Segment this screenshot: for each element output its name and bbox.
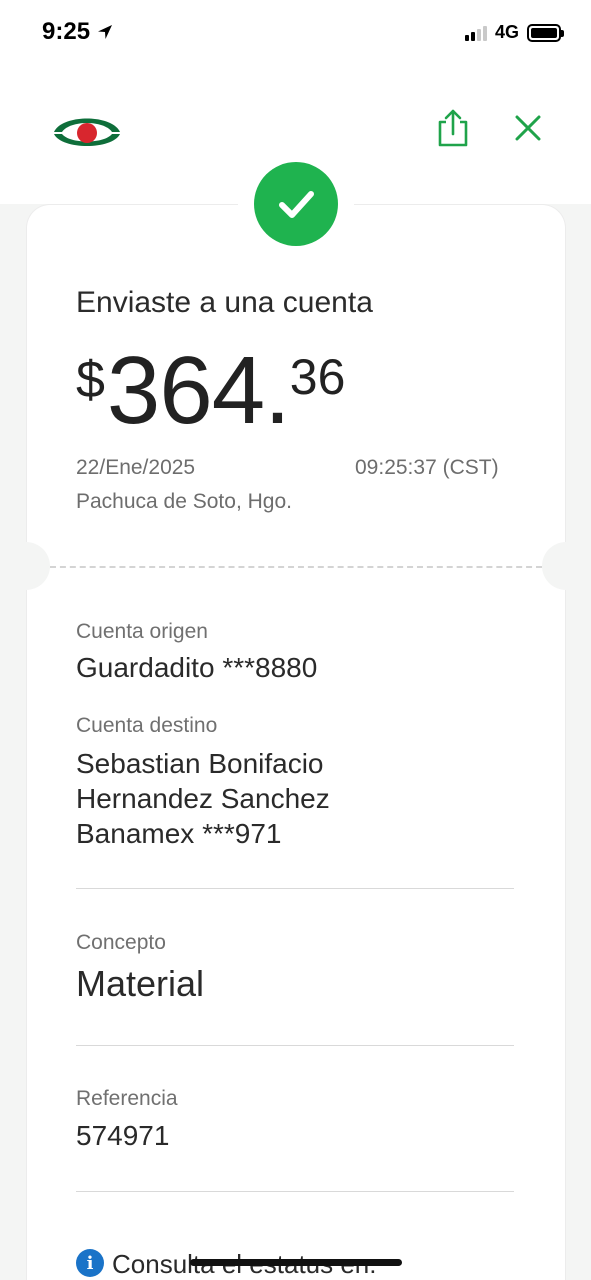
destination-name-line2: Hernandez Sanchez — [76, 783, 330, 814]
concept-value: Material — [76, 963, 205, 1004]
reference-value: 574971 — [76, 1120, 170, 1151]
concept-label: Concepto — [76, 931, 166, 954]
amount-decimals: 36 — [289, 349, 346, 405]
origin-account-value: Guardadito ***8880 — [76, 652, 318, 683]
destination-bank: Banamex ***971 — [76, 818, 282, 849]
transfer-date: 22/Ene/2025 — [76, 456, 196, 479]
origin-account-label: Cuenta origen — [76, 620, 208, 643]
battery-icon — [527, 23, 564, 42]
divider — [76, 1191, 514, 1192]
home-indicator[interactable] — [190, 1259, 402, 1266]
transfer-time: 09:25:37 (CST) — [355, 456, 499, 479]
receipt-title: Enviaste a una cuenta — [76, 286, 373, 319]
ticket-notch-right — [542, 542, 590, 590]
destination-account-label: Cuenta destino — [76, 714, 218, 737]
destination-name-line1: Sebastian Bonifacio — [76, 748, 324, 779]
network-type: 4G — [494, 22, 519, 42]
location-arrow-icon — [98, 25, 113, 39]
success-check-icon — [254, 162, 338, 246]
bank-logo — [54, 118, 120, 146]
close-icon[interactable] — [510, 110, 546, 146]
status-time-group: 9:25 — [42, 18, 114, 46]
cellular-signal-icon — [464, 25, 487, 41]
divider — [76, 1045, 514, 1046]
reference-label: Referencia — [76, 1087, 178, 1110]
status-bar: 9:25 4G — [0, 0, 591, 64]
status-time: 9:25 — [42, 18, 91, 45]
info-icon: i — [76, 1249, 104, 1277]
transfer-amount: $ 364. 36 — [76, 336, 345, 446]
amount-integer: 364. — [106, 337, 291, 444]
ticket-notch-left — [2, 542, 50, 590]
share-icon[interactable] — [434, 108, 472, 148]
perforation-line — [50, 566, 542, 568]
status-indicators: 4G — [464, 22, 564, 43]
transfer-location: Pachuca de Soto, Hgo. — [76, 490, 292, 513]
amount-currency: $ — [76, 351, 105, 409]
divider — [76, 888, 514, 889]
